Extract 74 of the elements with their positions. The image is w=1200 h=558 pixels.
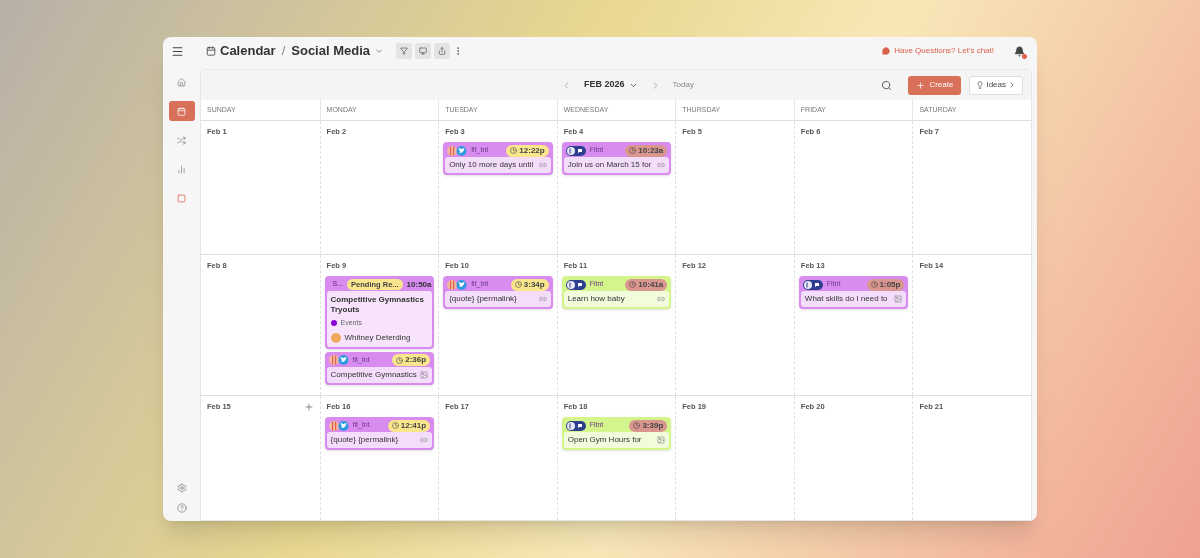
lightbulb-icon [976, 81, 985, 89]
account-avatars-icon [565, 420, 586, 431]
calendar-icon [177, 106, 186, 116]
link-icon [420, 436, 429, 444]
account-avatars-icon [565, 145, 586, 156]
link-icon [538, 161, 547, 169]
time-badge: 3:39p [629, 419, 668, 432]
time-label: 10:50a [406, 278, 432, 291]
breadcrumb-link[interactable]: Calendar [220, 41, 276, 61]
account-avatars-icon [328, 420, 349, 431]
time-badge: 10:23a [625, 144, 668, 157]
menu-icon[interactable] [171, 44, 184, 58]
post-text: {quote} {permalink} [449, 293, 517, 305]
month-selector[interactable]: FEB 2026 [584, 78, 638, 92]
account-avatars-icon [565, 279, 586, 290]
link-icon [657, 161, 666, 169]
account-avatars-icon [802, 279, 823, 290]
clock-icon [510, 147, 518, 154]
time-badge: 12:41p [387, 419, 431, 432]
time-badge: 10:41a [625, 278, 668, 291]
post-text: Only 10 more days until [449, 159, 534, 171]
breadcrumb-current[interactable]: Social Media [291, 41, 370, 61]
search-icon[interactable] [881, 79, 893, 91]
filter-button[interactable] [396, 43, 412, 59]
shuffle-icon [177, 135, 186, 145]
image-icon [420, 370, 429, 379]
today-button[interactable]: Today [672, 79, 694, 91]
time-badge: 2:36p [392, 354, 431, 366]
account-avatars-icon [447, 145, 468, 156]
time-badge: 12:22p [506, 144, 549, 157]
post-text: What skills do I need to [804, 293, 888, 305]
help-icon[interactable] [176, 503, 187, 513]
sidebar-item[interactable] [168, 101, 195, 121]
monitor-icon [419, 47, 427, 55]
post-text: Join us on March 15 for [567, 159, 652, 171]
bell-icon[interactable] [1014, 45, 1025, 57]
share-button[interactable] [434, 43, 450, 59]
chat-icon [882, 47, 891, 55]
account-avatars-icon [447, 279, 468, 290]
image-icon [894, 295, 903, 303]
event-title: Competitive Gymnastics Tryouts [330, 295, 425, 315]
filter-icon [400, 47, 408, 55]
chevron-down-icon[interactable] [374, 46, 384, 56]
post-text: Learn how baby [567, 293, 625, 305]
time-badge: 1:05p [866, 278, 905, 291]
clock-icon [514, 281, 522, 288]
settings-icon[interactable] [176, 483, 187, 493]
chart-icon [177, 164, 186, 174]
clock-icon [633, 422, 641, 429]
clock-icon [870, 281, 878, 288]
add-icon[interactable] [303, 402, 314, 412]
link-icon [657, 295, 666, 303]
breadcrumb-separator: / [281, 42, 286, 61]
clock-icon [629, 281, 637, 288]
square-icon [177, 193, 186, 203]
person-name: Whitney Deterding [344, 331, 411, 344]
post-text: Competitive Gymnastics [330, 368, 417, 381]
account-avatars-icon [328, 355, 349, 365]
clock-icon [396, 356, 404, 364]
post-text: Open Gym Hours for [567, 434, 642, 446]
ideas-button[interactable]: Ideas [969, 75, 1023, 95]
post-text: {quote} {permalink} [330, 434, 399, 446]
image-icon [657, 436, 666, 444]
time-badge: 3:34p [510, 278, 549, 291]
share-icon [438, 47, 446, 55]
chevron-right-icon [1008, 81, 1016, 89]
plus-icon [916, 80, 926, 90]
link-icon [538, 295, 547, 303]
clock-icon [629, 147, 637, 154]
clock-icon [391, 422, 399, 429]
monitor-button[interactable] [415, 43, 431, 59]
calendar-icon [206, 46, 216, 56]
home-icon [177, 77, 186, 87]
help-chat-link[interactable]: Have Questions? Let's chat! [894, 45, 994, 57]
